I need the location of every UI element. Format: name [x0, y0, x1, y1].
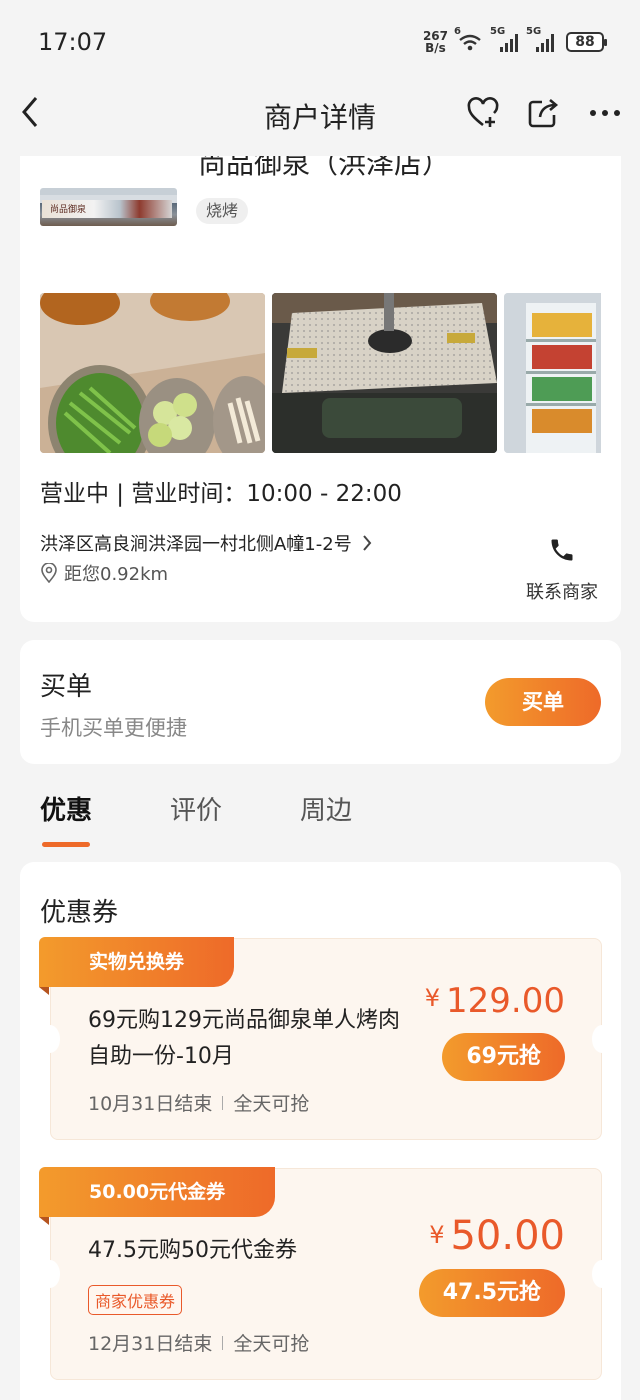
signal-icon-sim1: 5G: [490, 26, 520, 52]
coupon-meta: 12月31日结束 全天可抢: [88, 1329, 309, 1356]
photo-gallery[interactable]: [40, 293, 601, 453]
storefront-sign: 尚品御泉: [42, 200, 172, 218]
gallery-photo-fridge[interactable]: [504, 293, 601, 453]
net-speed-unit: B/s: [425, 41, 446, 55]
currency-symbol: ¥: [429, 1221, 445, 1249]
storefront-sign-text: 尚品御泉: [50, 205, 87, 215]
chevron-right-icon: [363, 535, 372, 551]
gallery-photo-vegetables[interactable]: [40, 293, 265, 453]
coupon-end-date: 12月31日结束: [88, 1333, 213, 1355]
pay-button[interactable]: 买单: [485, 678, 601, 726]
coupon-grab-button[interactable]: 69元抢: [442, 1033, 565, 1081]
address-text: 洪泽区高良涧洪泽园一村北侧A幢1-2号: [40, 534, 352, 555]
status-icons: 267 B/s 6 5G 5G 88: [423, 26, 607, 54]
coupon-end-date: 10月31日结束: [88, 1093, 213, 1115]
tab-nearby[interactable]: 周边: [300, 790, 352, 827]
phone-icon: [551, 539, 573, 561]
shop-info-card: 尚品御泉（洪泽店） 尚品御泉 烧烤 营业中 | 营业时间：10:00 - 22:…: [20, 140, 621, 622]
tab-offers[interactable]: 优惠: [40, 790, 92, 847]
merchant-coupon-tag: 商家优惠券: [88, 1285, 183, 1315]
coupons-title: 优惠券: [40, 898, 119, 928]
tab-reviews[interactable]: 评价: [170, 790, 222, 827]
coupon-price: ¥50.00: [429, 1213, 565, 1259]
wifi-icon: 6: [454, 26, 484, 52]
share-icon[interactable]: [526, 96, 560, 130]
pay-bill-card: 买单 手机买单更便捷 买单: [20, 640, 621, 764]
coupon-notch-right: [592, 1025, 612, 1053]
contact-merchant-button[interactable]: 联系商家: [523, 536, 601, 604]
coupon-notch-right: [592, 1260, 612, 1288]
coupon-grab-button[interactable]: 47.5元抢: [418, 1269, 565, 1317]
coupon-ribbon: 实物兑换券: [39, 937, 235, 995]
gallery-photo-table[interactable]: [272, 293, 497, 453]
signal-icon-sim2: 5G: [526, 26, 558, 52]
battery-icon: 88: [566, 32, 607, 52]
coupon-item[interactable]: 50.00元代金券 47.5元购50元代金券 商家优惠券 12月31日结束 全天…: [39, 1167, 612, 1380]
location-pin-icon: [41, 563, 57, 583]
sim1-label: 5G: [490, 26, 506, 37]
coupon-meta: 10月31日结束 全天可抢: [88, 1089, 309, 1116]
wifi-label: 6: [454, 26, 461, 37]
coupon-price: ¥129.00: [425, 981, 565, 1021]
coupon-price-value: 50.00: [450, 1213, 565, 1259]
coupon-price-value: 129.00: [446, 981, 565, 1021]
coupon-notch-left: [40, 1025, 60, 1053]
coupon-availability: 全天可抢: [233, 1333, 310, 1355]
coupon-title: 47.5元购50元代金券: [88, 1238, 297, 1263]
coupon-item[interactable]: 实物兑换券 69元购129元尚品御泉单人烤肉自助一份-10月 10月31日结束 …: [39, 937, 612, 1140]
status-time: 17:07: [38, 28, 108, 56]
contact-label: 联系商家: [526, 582, 598, 603]
more-icon[interactable]: [588, 96, 622, 130]
section-tabs: 优惠 评价 周边: [40, 790, 352, 847]
coupons-card: 优惠券 实物兑换券 69元购129元尚品御泉单人烤肉自助一份-10月 10月31…: [20, 862, 621, 1400]
favorite-heart-plus-icon[interactable]: [466, 96, 500, 130]
app-header: 商户详情: [0, 80, 640, 156]
category-tag: 烧烤: [196, 198, 249, 224]
pay-subtitle: 手机买单更便捷: [40, 716, 187, 740]
meta-divider: [222, 1095, 224, 1110]
net-speed: 267 B/s: [423, 30, 448, 54]
coupon-availability: 全天可抢: [233, 1093, 310, 1115]
storefront-image[interactable]: 尚品御泉: [40, 188, 177, 226]
distance-row: 距您0.92km: [40, 560, 168, 586]
meta-divider: [222, 1335, 224, 1350]
business-hours: 营业中 | 营业时间：10:00 - 22:00: [40, 481, 402, 507]
coupon-ribbon: 50.00元代金券: [39, 1167, 276, 1225]
pay-title: 买单: [40, 672, 93, 702]
currency-symbol: ¥: [424, 984, 441, 1012]
coupon-notch-left: [40, 1260, 60, 1288]
shop-address[interactable]: 洪泽区高良涧洪泽园一村北侧A幢1-2号: [40, 530, 373, 556]
distance-text: 距您0.92km: [64, 564, 169, 585]
status-bar: 17:07 267 B/s 6 5G 5G 88: [0, 0, 640, 80]
sim2-label: 5G: [526, 26, 542, 37]
coupon-title: 69元购129元尚品御泉单人烤肉自助一份-10月: [88, 1008, 400, 1069]
